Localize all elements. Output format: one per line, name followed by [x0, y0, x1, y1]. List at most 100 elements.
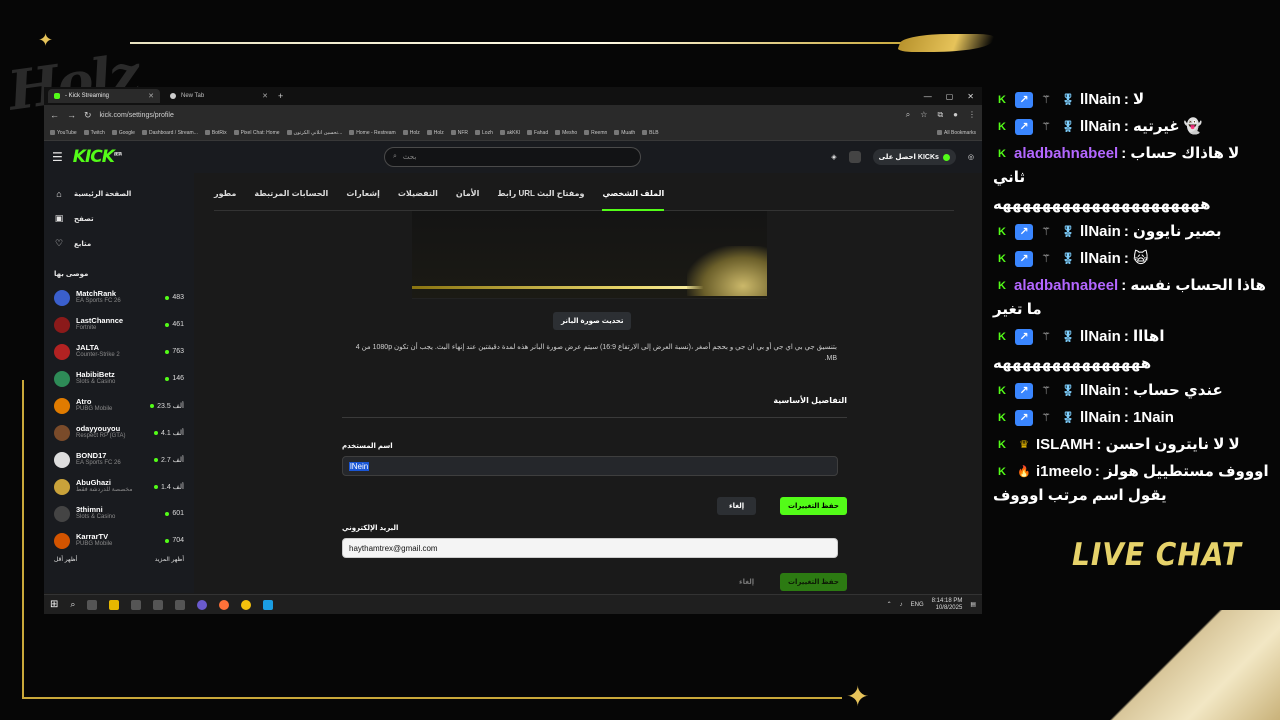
sidebar-channel[interactable]: Atro PUBG Mobile 23.5 ألف: [54, 392, 184, 419]
extensions-icon[interactable]: ⧉: [937, 110, 943, 120]
reload-icon[interactable]: ↻: [84, 110, 92, 121]
bookmark-favicon-icon: [83, 130, 89, 135]
browse-icon: ▣: [54, 213, 64, 223]
close-tab-icon[interactable]: ✕: [148, 92, 154, 100]
bookmark-item[interactable]: Google: [111, 130, 135, 136]
email-save-button[interactable]: حفظ التغييرات: [780, 573, 847, 591]
app-icon[interactable]: [153, 599, 164, 610]
profile-icon[interactable]: ●: [953, 110, 958, 120]
close-window-icon[interactable]: ✕: [967, 92, 974, 101]
new-tab-button[interactable]: +: [278, 91, 283, 101]
bookmark-item[interactable]: Twitch: [83, 130, 105, 136]
email-cancel-button[interactable]: إلغاء: [727, 573, 766, 591]
search-icon[interactable]: ⌕: [70, 599, 75, 610]
windows-start-icon[interactable]: ⊞: [50, 599, 58, 610]
sidebar-channel[interactable]: BOND17 EA Sports FC 26 2.7 ألف: [54, 446, 184, 473]
settings-tabs: الملف الشخصي رابط URL ومفتاح البث الأمان ال…: [214, 177, 954, 211]
bookmark-star-icon[interactable]: ☆: [920, 110, 927, 120]
browser-tab-kick[interactable]: - Kick Streaming ✕: [48, 89, 160, 103]
tab-settings-2[interactable]: الأمان: [456, 177, 479, 211]
search-input[interactable]: ⌕ بحث: [384, 147, 641, 167]
bookmark-item[interactable]: Muath: [614, 130, 635, 136]
browser-tab-new[interactable]: New Tab ✕: [164, 89, 274, 103]
notification-icon[interactable]: ▤: [970, 601, 976, 608]
subscriber-badge-icon: 🎖: [1061, 412, 1075, 425]
username-input[interactable]: lNein: [342, 456, 838, 476]
bookmark-item[interactable]: Fahad: [526, 130, 548, 136]
minimize-icon[interactable]: —: [924, 92, 932, 101]
tab-settings-6[interactable]: مطور: [214, 177, 236, 211]
bookmark-item[interactable]: Holz: [426, 130, 444, 136]
show-more-link[interactable]: أظهر المزيد: [155, 556, 184, 563]
bookmark-item[interactable]: تحسين اتلاني الكرتون...: [286, 130, 342, 136]
sidebar-channel[interactable]: KarrarTV PUBG Mobile 704: [54, 527, 184, 554]
firefox-icon[interactable]: [219, 599, 230, 610]
get-kicks-button[interactable]: احصل على KICKs: [872, 149, 956, 165]
bookmark-item[interactable]: Home - Restream: [349, 130, 396, 136]
subscriber-badge-icon: 🎖: [1061, 94, 1075, 107]
sidebar-item-following[interactable]: ♡ متابع: [54, 231, 184, 256]
bookmark-item[interactable]: Dashboard / Stream...: [141, 130, 198, 136]
file-explorer-icon[interactable]: [109, 599, 120, 610]
channel-category: Slots & Casino: [76, 379, 116, 386]
bookmark-item[interactable]: Mesho: [555, 130, 577, 136]
all-bookmarks[interactable]: All Bookmarks: [937, 130, 976, 136]
bookmark-item[interactable]: Reemn: [584, 130, 607, 136]
forward-icon[interactable]: →: [67, 110, 76, 120]
tray-chevron-icon[interactable]: ⌃: [887, 601, 892, 608]
sidebar-channel[interactable]: odayyouyou Respect RP (GTA) 4.1 ألف: [54, 419, 184, 446]
menu-icon[interactable]: ⋮: [968, 110, 976, 120]
chrome-icon[interactable]: [241, 599, 252, 610]
bookmark-item[interactable]: YouTube: [50, 130, 77, 136]
obs-icon[interactable]: [197, 599, 208, 610]
app-icon[interactable]: [175, 599, 186, 610]
sidebar-item-home[interactable]: ⌂ الصفحة الرئيسية: [54, 181, 184, 206]
sidebar-channel[interactable]: JALTA Counter-Strike 2 763: [54, 338, 184, 365]
chat-message: K ♛ ISLAMH: لا لا نايترون احسن: [993, 433, 1273, 457]
tab-settings-4[interactable]: إشعارات: [346, 177, 380, 211]
hamburger-menu-icon[interactable]: ☰: [52, 150, 63, 164]
crown-badge-icon: ♛: [1019, 439, 1029, 452]
update-banner-button[interactable]: تحديث صورة البانر: [553, 312, 632, 330]
tab-settings-5[interactable]: الحسابات المرتبطة: [254, 177, 328, 211]
sidebar-channel[interactable]: LastChannce Fortnite 461: [54, 311, 184, 338]
bookmark-item[interactable]: NFR: [450, 130, 468, 136]
bookmark-item[interactable]: BLB: [642, 130, 659, 136]
tab-settings-1[interactable]: رابط URL ومفتاح البث: [497, 177, 584, 211]
sidebar-channel[interactable]: HabibiBetz Slots & Casino 146: [54, 365, 184, 392]
email-input[interactable]: haythamtrex@gmail.com: [342, 538, 838, 558]
language-indicator[interactable]: ENG: [911, 602, 924, 608]
show-less-link[interactable]: أظهر أقل: [54, 556, 77, 563]
cancel-button[interactable]: إلغاء: [717, 497, 757, 515]
sidebar-item-browse[interactable]: ▣ تصفح: [54, 206, 184, 231]
tab-settings-0[interactable]: الملف الشخصي: [602, 177, 664, 211]
channel-category: Counter-Strike 2: [76, 352, 120, 359]
volume-icon[interactable]: ♪: [900, 602, 903, 608]
avatar: [54, 424, 70, 441]
notifications-icon[interactable]: ◎: [968, 153, 974, 161]
steam-icon[interactable]: [263, 599, 274, 610]
app-icon[interactable]: [131, 599, 142, 610]
bookmark-item[interactable]: BotRix: [204, 130, 227, 136]
url-field[interactable]: kick.com/settings/profile: [100, 112, 898, 119]
app-icon[interactable]: [87, 599, 98, 610]
sidebar-channel[interactable]: AbuGhazi مخصصة للدردشة فقط 1.4 ألف: [54, 473, 184, 500]
clock[interactable]: 8:14:18 PM 10/8/2025: [932, 598, 963, 611]
save-button[interactable]: حفظ التغييرات: [780, 497, 847, 515]
bookmark-item[interactable]: akKKl: [499, 130, 520, 136]
close-tab-icon[interactable]: ✕: [262, 92, 268, 100]
kick-logo[interactable]: KICKBETA: [73, 147, 122, 167]
overlay-top-line: [130, 42, 910, 44]
avatar[interactable]: [848, 151, 861, 163]
back-icon[interactable]: ←: [50, 110, 59, 120]
sidebar-channel[interactable]: 3thimni Slots & Casino 601: [54, 500, 184, 527]
bookmark-item[interactable]: Pixel Chat: Home: [233, 130, 280, 136]
email-value: haythamtrex@gmail.com: [349, 543, 438, 553]
bookmark-item[interactable]: Lozh: [475, 130, 493, 136]
bookmark-item[interactable]: Holz: [402, 130, 420, 136]
sidebar-channel[interactable]: MatchRank EA Sports FC 26 483: [54, 284, 184, 311]
drops-icon[interactable]: ◈: [831, 153, 836, 161]
zoom-icon[interactable]: ⌕: [906, 110, 910, 120]
maximize-icon[interactable]: ▢: [946, 92, 954, 101]
tab-settings-3[interactable]: التفضيلات: [398, 177, 438, 211]
